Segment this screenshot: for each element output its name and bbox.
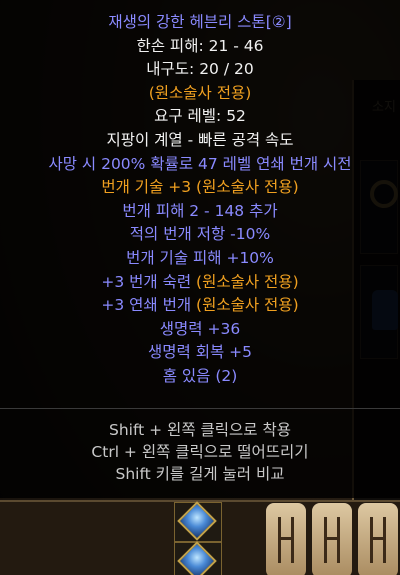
rune-icon[interactable]	[358, 503, 398, 575]
affix-class-restriction: (원소술사 전용)	[196, 296, 299, 315]
item-affix: +3 연쇄 번개 (원소술사 전용)	[0, 294, 400, 318]
item-class-restriction: (원소술사 전용)	[148, 83, 252, 102]
item-affix: 적의 번개 저항 -10%	[129, 225, 271, 244]
item-damage: 한손 피해: 21 - 46	[136, 36, 264, 55]
rune-icon[interactable]	[312, 503, 352, 575]
hint-drop: Ctrl + 왼쪽 클릭으로 떨어뜨리기	[91, 443, 309, 461]
item-affix: +3 번개 숙련 (원소술사 전용)	[0, 271, 400, 295]
item-properties: 재생의 강한 헤븐리 스톤[②] 한손 피해: 21 - 46 내구도: 20 …	[0, 0, 400, 389]
item-tooltip: 재생의 강한 헤븐리 스톤[②] 한손 피해: 21 - 46 내구도: 20 …	[0, 0, 400, 498]
item-affix: 생명력 회복 +5	[147, 343, 252, 362]
item-affix: 사망 시 200% 확률로 47 레벨 연쇄 번개 시전	[48, 154, 352, 173]
rune-icon[interactable]	[266, 503, 306, 575]
item-affix: 번개 피해 2 - 148 추가	[122, 201, 278, 220]
item-durability: 내구도: 20 / 20	[146, 60, 254, 79]
affix-skill: +3 연쇄 번개	[101, 296, 197, 315]
affix-class-restriction: (원소술사 전용)	[196, 272, 299, 291]
item-affix: 번개 기술 +3 (원소술사 전용)	[101, 178, 299, 197]
control-hints: Shift + 왼쪽 클릭으로 착용 Ctrl + 왼쪽 클릭으로 떨어뜨리기 …	[0, 419, 400, 485]
tooltip-divider	[0, 408, 400, 409]
item-affix: 생명력 +36	[159, 319, 241, 338]
item-sockets: 홈 있음 (2)	[162, 366, 238, 385]
hint-compare: Shift 키를 길게 눌러 비교	[115, 465, 285, 483]
item-affix: 번개 기술 피해 +10%	[126, 248, 274, 267]
affix-skill: +3 번개 숙련	[101, 272, 197, 291]
item-name: 재생의 강한 헤븐리 스톤[②]	[108, 13, 292, 31]
hint-equip: Shift + 왼쪽 클릭으로 착용	[108, 421, 291, 439]
item-type: 지팡이 계열 - 빠른 공격 속도	[106, 130, 294, 149]
item-required-level: 요구 레벨: 52	[154, 107, 246, 126]
